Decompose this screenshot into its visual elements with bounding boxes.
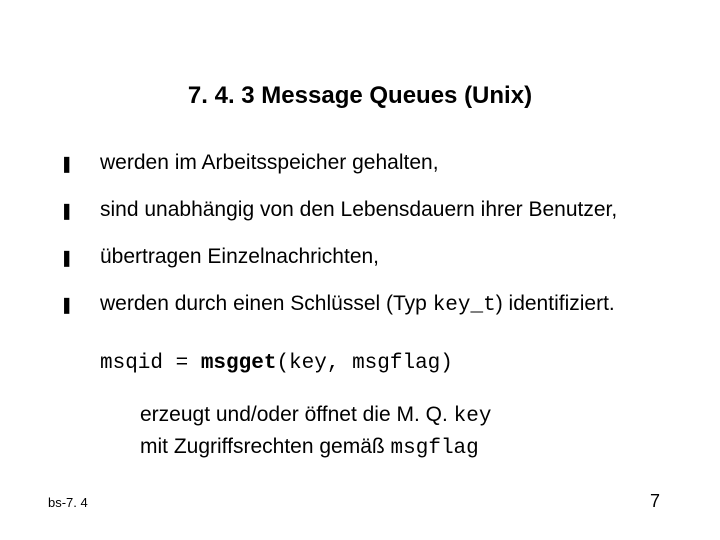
bullet-text-part: ) identifiziert. (496, 292, 615, 315)
bullet-text: übertragen Einzelnachrichten, (100, 244, 680, 270)
page-number: 7 (650, 491, 660, 512)
description-line: erzeugt und/oder öffnet die M. Q. key (140, 400, 491, 432)
bullet-text-part: werden durch einen Schlüssel (Typ (100, 292, 433, 315)
bullet-text: werden im Arbeitsspeicher gehalten, (100, 150, 680, 176)
inline-code: key_t (433, 294, 496, 317)
code-function: msgget (201, 352, 277, 375)
description-text: mit Zugriffsrechten gemäß (140, 435, 391, 458)
inline-code: msgflag (391, 437, 479, 460)
bullet-text: werden durch einen Schlüssel (Typ key_t)… (100, 291, 680, 319)
bullet-item: ❚ werden im Arbeitsspeicher gehalten, (60, 150, 680, 177)
slide: 7. 4. 3 Message Queues (Unix) ❚ werden i… (0, 0, 720, 540)
code-lhs: msqid = (100, 352, 201, 375)
bullet-marker-icon: ❚ (60, 294, 100, 318)
bullet-marker-icon: ❚ (60, 247, 100, 271)
bullet-item: ❚ übertragen Einzelnachrichten, (60, 244, 680, 271)
bullet-marker-icon: ❚ (60, 153, 100, 177)
inline-code: key (454, 405, 492, 428)
code-line: msqid = msgget(key, msgflag) (100, 352, 453, 375)
description-block: erzeugt und/oder öffnet die M. Q. key mi… (140, 400, 491, 464)
bullet-item: ❚ sind unabhängig von den Lebensdauern i… (60, 197, 680, 224)
description-text: erzeugt und/oder öffnet die M. Q. (140, 403, 454, 426)
footer-left: bs-7. 4 (48, 495, 88, 510)
bullet-item: ❚ werden durch einen Schlüssel (Typ key_… (60, 291, 680, 319)
bullet-list: ❚ werden im Arbeitsspeicher gehalten, ❚ … (60, 150, 680, 339)
bullet-text: sind unabhängig von den Lebensdauern ihr… (100, 197, 680, 223)
description-line: mit Zugriffsrechten gemäß msgflag (140, 432, 491, 464)
bullet-marker-icon: ❚ (60, 200, 100, 224)
slide-title: 7. 4. 3 Message Queues (Unix) (0, 82, 720, 110)
code-args: (key, msgflag) (276, 352, 452, 375)
